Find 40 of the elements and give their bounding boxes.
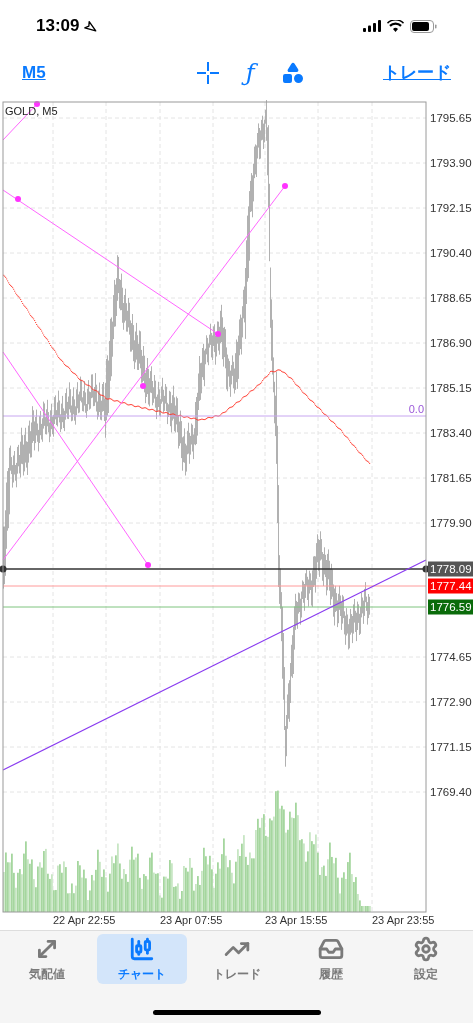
tab[interactable]: 履歴 — [286, 934, 377, 984]
price-marker: 1776.59 — [428, 599, 473, 615]
tab[interactable]: トレード — [191, 934, 282, 984]
crosshair-icon[interactable] — [195, 61, 220, 85]
price-axis-label: 1783.40 — [430, 427, 472, 439]
battery-icon — [410, 19, 437, 33]
symbol-label: GOLD, M5 — [5, 105, 58, 117]
timeframe-link[interactable]: M5 — [22, 60, 46, 86]
candlestick-icon — [128, 935, 155, 962]
trade-link[interactable]: トレード — [383, 60, 451, 86]
tab[interactable]: 設定 — [381, 934, 471, 984]
price-axis-label: 1792.15 — [430, 202, 472, 214]
location-icon — [82, 18, 98, 34]
tab[interactable]: 気配値 — [2, 934, 92, 984]
price-axis-label: 1790.40 — [430, 247, 472, 259]
time-axis-label: 23 Apr 23:55 — [372, 914, 435, 926]
line-handle-icon[interactable] — [0, 565, 7, 573]
price-axis-label: 1785.15 — [430, 382, 472, 394]
price-axis-label: 1779.90 — [430, 517, 472, 529]
time-axis-label: 23 Apr 07:55 — [160, 914, 223, 926]
price-axis-label: 1795.65 — [430, 112, 472, 124]
time-axis-label: 23 Apr 15:55 — [265, 914, 328, 926]
price-axis-label: 1772.90 — [430, 696, 472, 708]
price-axis-label: 1771.15 — [430, 741, 472, 753]
price-axis-label: 1769.40 — [430, 786, 472, 798]
price-axis-label: 1786.90 — [430, 337, 472, 349]
wifi-icon — [387, 20, 404, 32]
time-axis-label: 22 Apr 22:55 — [53, 914, 116, 926]
price-axis-label: 1774.65 — [430, 651, 472, 663]
shapes-icon[interactable] — [280, 61, 305, 85]
settings-icon — [413, 935, 439, 962]
fibo-level-label: 0.0 — [408, 403, 424, 415]
price-marker: 1778.09 — [428, 561, 473, 577]
tab[interactable]: チャート — [96, 934, 187, 984]
price-axis-label: 1788.65 — [430, 292, 472, 304]
signal-icon — [363, 20, 381, 32]
status-time: 13:09 — [36, 15, 80, 38]
price-axis-label: 1781.65 — [430, 472, 472, 484]
price-axis-label: 1793.90 — [430, 157, 472, 169]
price-marker: 1777.44 — [428, 578, 473, 594]
